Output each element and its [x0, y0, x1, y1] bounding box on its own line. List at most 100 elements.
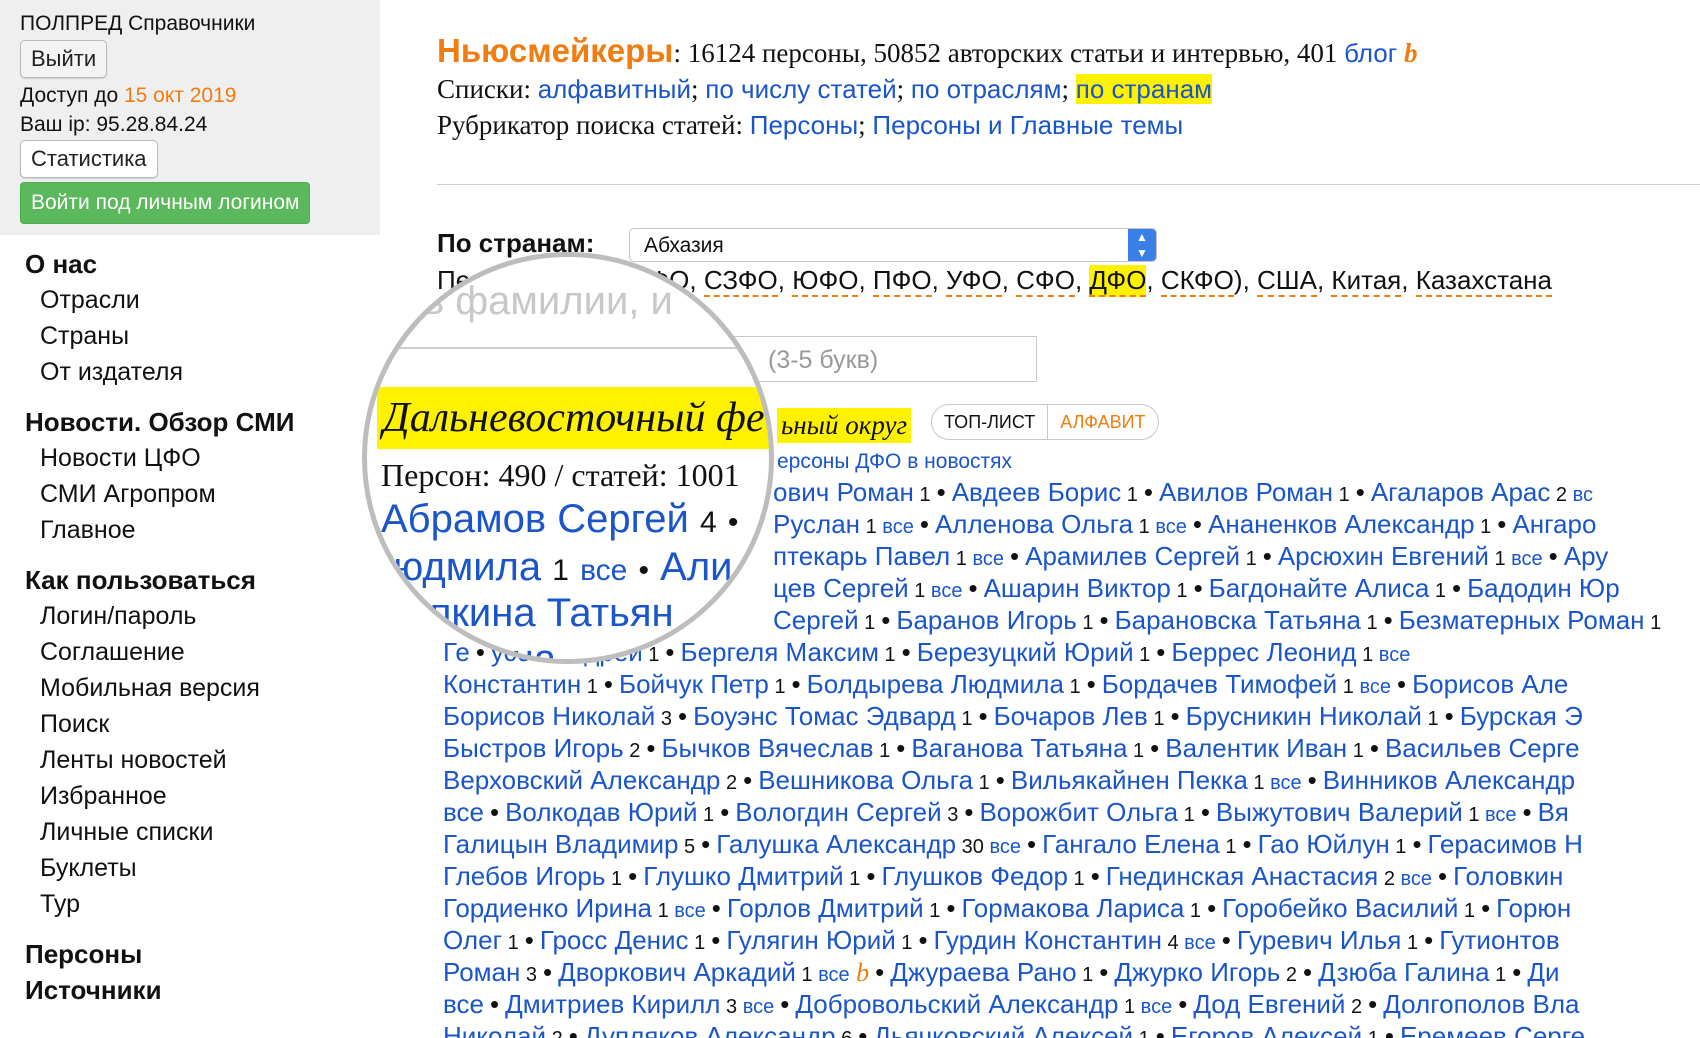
nav-section-1[interactable]: Новости. Обзор СМИ [0, 404, 380, 440]
list-link-alphabetical[interactable]: алфавитный [538, 74, 691, 104]
person-link[interactable]: Дмитриев Кирилл [505, 989, 720, 1019]
person-link[interactable]: Борисов Николай [443, 701, 655, 731]
person-link[interactable]: Березуцкий Юрий [917, 637, 1134, 667]
person-link[interactable]: Валентик Иван [1165, 733, 1347, 763]
person-link[interactable]: Добровольский Александр [795, 989, 1118, 1019]
person-all-link[interactable]: все [1395, 868, 1433, 890]
person-link[interactable]: Герасимов Н [1428, 829, 1583, 859]
person-link[interactable]: Дзюба Галина [1318, 957, 1489, 987]
person-all-link[interactable]: все [967, 548, 1004, 570]
dfo-news-link[interactable]: ерсоны ДФО в новостях [777, 450, 1012, 474]
person-all-link[interactable]: все [1179, 932, 1216, 954]
person-link[interactable]: Дворкович Аркадий [558, 957, 796, 987]
person-link[interactable]: Глебов Игорь [443, 861, 605, 891]
person-link[interactable]: Боуэнс Томас Эдвард [693, 701, 956, 731]
person-link[interactable]: Верховский Александр [443, 765, 720, 795]
person-all-link[interactable]: все [737, 996, 775, 1018]
person-link[interactable]: Бурская Э [1460, 701, 1583, 731]
person-link[interactable]: Алленова Ольга [935, 509, 1133, 539]
person-all-link[interactable]: все [1506, 548, 1543, 570]
person-link[interactable]: Егоров Алексей [1171, 1021, 1362, 1038]
person-link[interactable]: Гормакова Лариса [961, 893, 1184, 923]
person-link[interactable]: Брусникин Николай [1186, 701, 1422, 731]
nav-item-2-7[interactable]: Буклеты [0, 850, 380, 886]
nav-item-2-3[interactable]: Поиск [0, 706, 380, 742]
person-link[interactable]: Гурдин Константин [934, 925, 1162, 955]
list-link-by-countries[interactable]: по странам [1075, 74, 1213, 104]
person-link[interactable]: Баранов Игорь [896, 605, 1076, 635]
nav-item-1-2[interactable]: Главное [0, 512, 380, 548]
person-link[interactable]: Николай [443, 1021, 546, 1038]
nav-section-3[interactable]: Персоны [0, 936, 380, 972]
person-link[interactable]: Гангало Елена [1042, 829, 1220, 859]
person-link[interactable]: Константин [443, 669, 581, 699]
person-link[interactable]: Горюн [1496, 893, 1571, 923]
person-link[interactable]: Долгополов Вла [1383, 989, 1579, 1019]
person-link[interactable]: Бойчук Петр [619, 669, 769, 699]
person-link[interactable]: Роман [443, 957, 520, 987]
person-link[interactable]: Бадодин Юр [1467, 573, 1620, 603]
person-all-link[interactable]: вс [1567, 484, 1593, 506]
person-link[interactable]: Горлов Дмитрий [727, 893, 924, 923]
country-link-usa[interactable]: США [1257, 265, 1317, 297]
region-link-ufo[interactable]: УФО [946, 265, 1002, 297]
person-link[interactable]: Бордачев Тимофей [1102, 669, 1337, 699]
person-link[interactable]: Агаларов Арас [1371, 477, 1551, 507]
nav-item-1-1[interactable]: СМИ Агропром [0, 476, 380, 512]
nav-item-2-2[interactable]: Мобильная версия [0, 670, 380, 706]
person-link[interactable]: Глушко Дмитрий [643, 861, 843, 891]
person-all-link[interactable]: все [1479, 804, 1517, 826]
person-all-link[interactable]: все [669, 900, 706, 922]
blog-link[interactable]: блог [1344, 38, 1397, 68]
person-link[interactable]: Багдонайте Алиса [1209, 573, 1430, 603]
person-link[interactable]: Авилов Роман [1159, 477, 1333, 507]
region-link-pfo[interactable]: ПФО [872, 265, 932, 297]
person-link[interactable]: Болдырева Людмила [807, 669, 1064, 699]
person-link[interactable]: Васильев Серге [1385, 733, 1580, 763]
exit-button[interactable]: Выйти [20, 40, 108, 78]
list-link-by-industries[interactable]: по отраслям [911, 74, 1062, 104]
person-link[interactable]: Гулягин Юрий [726, 925, 895, 955]
tab-top-list[interactable]: ТОП-ЛИСТ [932, 405, 1047, 439]
person-link[interactable]: Авдеев Борис [952, 477, 1122, 507]
person-link[interactable]: Арамилев Сергей [1025, 541, 1240, 571]
person-link[interactable]: Ворожбит Ольга [979, 797, 1178, 827]
list-link-by-articles[interactable]: по числу статей [705, 74, 896, 104]
person-link[interactable]: Ашарин Виктор [984, 573, 1171, 603]
person-link[interactable]: Глушков Федор [881, 861, 1068, 891]
person-link[interactable]: цев Сергей [773, 573, 909, 603]
region-link-sfo[interactable]: СФО [1016, 265, 1075, 297]
person-link[interactable]: Вя [1538, 797, 1569, 827]
person-link[interactable]: Дод Евгений [1193, 989, 1345, 1019]
person-link[interactable]: Бочаров Лев [994, 701, 1148, 731]
person-link[interactable]: Арсюхин Евгений [1278, 541, 1489, 571]
person-link[interactable]: птекарь Павел [773, 541, 950, 571]
person-link[interactable]: Дупляков Александр [584, 1021, 836, 1038]
person-link[interactable]: Сергей [773, 605, 859, 635]
nav-item-0-0[interactable]: Отрасли [0, 282, 380, 318]
nav-section-2[interactable]: Как пользоваться [0, 562, 380, 598]
rubricator-link-persons-topics[interactable]: Персоны и Главные темы [872, 110, 1183, 140]
person-link[interactable]: Джураева Рано [890, 957, 1076, 987]
person-link[interactable]: Ананенков Александр [1208, 509, 1475, 539]
person-link[interactable]: Олег [443, 925, 502, 955]
person-link[interactable]: Ваганова Татьяна [911, 733, 1127, 763]
person-link[interactable]: Вологдин Сергей [735, 797, 941, 827]
person-all-link[interactable]: все [1354, 676, 1391, 698]
nav-item-0-1[interactable]: Страны [0, 318, 380, 354]
nav-section-4[interactable]: Источники [0, 972, 380, 1008]
person-all-link[interactable]: все [813, 964, 850, 986]
statistics-button[interactable]: Статистика [20, 140, 158, 178]
person-link[interactable]: Гросс Денис [540, 925, 689, 955]
person-link[interactable]: Вильякайнен Пекка [1011, 765, 1248, 795]
tab-alphabet[interactable]: АЛФАВИТ [1047, 405, 1157, 439]
region-link-skfo[interactable]: СКФО [1160, 265, 1234, 297]
blog-icon[interactable]: b [850, 958, 869, 987]
person-link[interactable]: Быстров Игорь [443, 733, 624, 763]
person-link[interactable]: Джурко Игорь [1114, 957, 1280, 987]
person-link[interactable]: Горобейко Василий [1222, 893, 1458, 923]
person-link[interactable]: Ди [1527, 957, 1559, 987]
nav-item-2-1[interactable]: Соглашение [0, 634, 380, 670]
person-all-link[interactable]: все [1150, 516, 1187, 538]
person-link[interactable]: все [443, 989, 484, 1019]
